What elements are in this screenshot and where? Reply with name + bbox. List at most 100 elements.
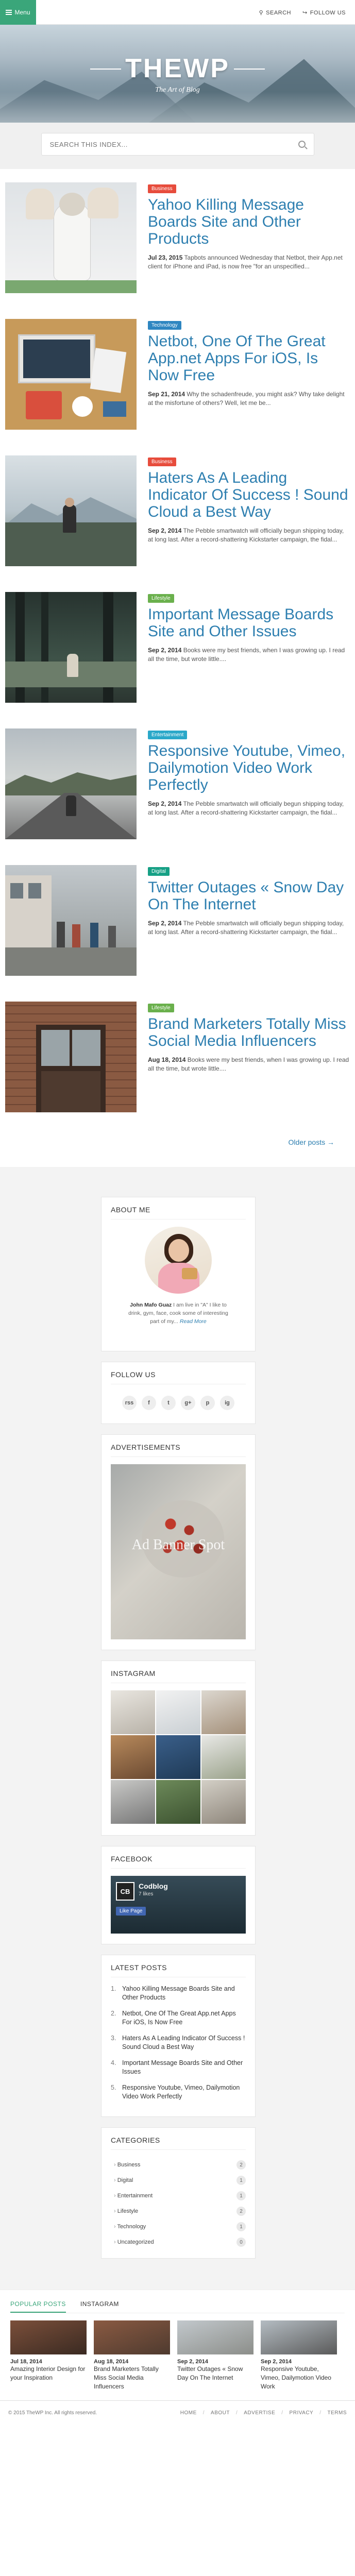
popular-items: Jul 18, 2014 Amazing Interior Design for… xyxy=(10,2320,345,2391)
category-item[interactable]: Uncategorized 0 xyxy=(111,2234,246,2250)
instagram-photo[interactable] xyxy=(156,1780,200,1824)
instagram-widget: INSTAGRAM xyxy=(101,1660,256,1836)
facebook-icon[interactable]: f xyxy=(142,1396,156,1410)
category-count: 1 xyxy=(236,2176,246,2185)
list-item[interactable]: 3. Haters As A Leading Indicator Of Succe… xyxy=(111,2034,246,2052)
instagram-photo[interactable] xyxy=(201,1735,246,1779)
instagram-photo[interactable] xyxy=(156,1735,200,1779)
latest-post-title: Netbot, One Of The Great App.net Apps Fo… xyxy=(122,2010,236,2026)
category-name: Lifestyle xyxy=(114,2208,138,2214)
category-item[interactable]: Technology 1 xyxy=(111,2219,246,2234)
category-count: 1 xyxy=(236,2191,246,2200)
category-badge[interactable]: Digital xyxy=(148,867,170,876)
post-thumbnail[interactable] xyxy=(5,592,137,703)
category-count: 2 xyxy=(236,2207,246,2216)
instagram-grid xyxy=(111,1690,246,1824)
popular-item[interactable]: Sep 2, 2014 Responsive Youtube, Vimeo, D… xyxy=(261,2320,337,2391)
footer-link-about[interactable]: ABOUT xyxy=(211,2410,230,2416)
post-thumbnail[interactable] xyxy=(5,728,137,839)
post-excerpt: Aug 18, 2014 Books were my best friends,… xyxy=(148,1056,350,1073)
search-icon: ⚲ xyxy=(259,9,264,16)
popular-date: Sep 2, 2014 xyxy=(261,2359,292,2365)
category-badge[interactable]: Business xyxy=(148,457,176,466)
instagram-icon[interactable]: ig xyxy=(220,1396,234,1410)
footer-link-privacy[interactable]: PRIVACY xyxy=(290,2410,314,2416)
category-badge[interactable]: Business xyxy=(148,184,176,193)
category-badge[interactable]: Technology xyxy=(148,321,181,330)
read-more-link[interactable]: Read More xyxy=(180,1318,207,1325)
facebook-like-button[interactable]: Like Page xyxy=(116,1907,146,1916)
google-plus-icon[interactable]: g+ xyxy=(181,1396,195,1410)
follow-widget: FOLLOW US rss f t g+ p ig xyxy=(101,1362,256,1424)
search-input[interactable] xyxy=(49,140,298,148)
list-item[interactable]: 4. Important Message Boards Site and Othe… xyxy=(111,2059,246,2076)
post-title[interactable]: Yahoo Killing Message Boards Site and Ot… xyxy=(148,196,350,247)
list-number: 5. xyxy=(111,2084,116,2091)
search-icon[interactable] xyxy=(298,141,306,148)
popular-item[interactable]: Jul 18, 2014 Amazing Interior Design for… xyxy=(10,2320,87,2391)
tab-popular-posts[interactable]: POPULAR POSTS xyxy=(10,2300,66,2313)
rss-icon[interactable]: rss xyxy=(122,1396,137,1410)
instagram-photo[interactable] xyxy=(111,1735,155,1779)
category-badge[interactable]: Lifestyle xyxy=(148,594,174,603)
category-item[interactable]: Lifestyle 2 xyxy=(111,2204,246,2219)
widget-title: ADVERTISEMENTS xyxy=(111,1443,246,1457)
copyright: © 2015 TheWP Inc. All rights reserved. xyxy=(8,2410,97,2416)
top-actions: ⚲ SEARCH ↪ FOLLOW US xyxy=(259,0,346,25)
instagram-photo[interactable] xyxy=(201,1690,246,1734)
category-item[interactable]: Business 2 xyxy=(111,2157,246,2173)
list-item[interactable]: 2. Netbot, One Of The Great App.net Apps … xyxy=(111,2009,246,2027)
menu-label: Menu xyxy=(14,9,30,16)
post-thumbnail[interactable] xyxy=(5,455,137,566)
instagram-photo[interactable] xyxy=(111,1690,155,1734)
instagram-photo[interactable] xyxy=(156,1690,200,1734)
older-posts-link[interactable]: Older posts → xyxy=(289,1138,334,1146)
widget-title: CATEGORIES xyxy=(111,2136,246,2150)
footer-link-home[interactable]: HOME xyxy=(180,2410,197,2416)
post-date: Jul 23, 2015 xyxy=(148,254,183,261)
post-thumbnail[interactable] xyxy=(5,182,137,293)
popular-item[interactable]: Aug 18, 2014 Brand Marketers Totally Mis… xyxy=(94,2320,170,2391)
post-item: Lifestyle Important Message Boards Site … xyxy=(5,592,350,710)
social-icons: rss f t g+ p ig xyxy=(111,1392,246,1415)
category-badge[interactable]: Entertainment xyxy=(148,731,188,739)
widget-title: ABOUT ME xyxy=(111,1206,246,1219)
list-item[interactable]: 1. Yahoo Killing Message Boards Site and … xyxy=(111,1985,246,2002)
footer-link-advertise[interactable]: ADVERTISE xyxy=(244,2410,275,2416)
post-thumbnail[interactable] xyxy=(5,1002,137,1112)
ad-banner[interactable]: Ad Banner Spot xyxy=(111,1464,246,1639)
list-number: 4. xyxy=(111,2059,116,2066)
footer-link-terms[interactable]: TERMS xyxy=(328,2410,347,2416)
search-link[interactable]: ⚲ SEARCH xyxy=(259,9,291,16)
older-posts-wrap: Older posts → xyxy=(0,1138,355,1167)
post-item: Business Haters As A Leading Indicator O… xyxy=(5,455,350,574)
menu-button[interactable]: Menu xyxy=(0,0,36,25)
instagram-photo[interactable] xyxy=(111,1780,155,1824)
category-badge[interactable]: Lifestyle xyxy=(148,1004,174,1012)
post-title[interactable]: Twitter Outages « Snow Day On The Intern… xyxy=(148,879,350,913)
post-title[interactable]: Netbot, One Of The Great App.net Apps Fo… xyxy=(148,333,350,384)
post-title[interactable]: Important Message Boards Site and Other … xyxy=(148,606,350,640)
popular-title: Amazing Interior Design for your Inspira… xyxy=(10,2365,86,2381)
post-thumbnail[interactable] xyxy=(5,319,137,430)
widget-title: LATEST POSTS xyxy=(111,1963,246,1977)
instagram-photo[interactable] xyxy=(201,1780,246,1824)
pinterest-icon[interactable]: p xyxy=(200,1396,215,1410)
list-number: 1. xyxy=(111,1985,116,1992)
category-item[interactable]: Digital 1 xyxy=(111,2173,246,2188)
post-title[interactable]: Haters As A Leading Indicator Of Success… xyxy=(148,469,350,520)
post-thumbnail[interactable] xyxy=(5,865,137,976)
category-item[interactable]: Entertainment 1 xyxy=(111,2188,246,2204)
post-title[interactable]: Brand Marketers Totally Miss Social Medi… xyxy=(148,1015,350,1049)
category-name: Digital xyxy=(114,2177,133,2183)
tab-instagram[interactable]: INSTAGRAM xyxy=(80,2300,119,2313)
post-title[interactable]: Responsive Youtube, Vimeo, Dailymotion V… xyxy=(148,742,350,793)
popular-item[interactable]: Sep 2, 2014 Twitter Outages « Snow Day O… xyxy=(177,2320,253,2391)
search-link-label: SEARCH xyxy=(266,9,291,16)
list-item[interactable]: 5. Responsive Youtube, Vimeo, Dailymotion… xyxy=(111,2083,246,2101)
twitter-icon[interactable]: t xyxy=(161,1396,176,1410)
follow-link[interactable]: ↪ FOLLOW US xyxy=(302,9,346,16)
facebook-page-name[interactable]: Codblog xyxy=(139,1882,168,1890)
site-logo[interactable]: THEWP The Art of Blog xyxy=(0,53,355,94)
facebook-page-box[interactable]: CB Codblog 7 likes Like Page xyxy=(111,1876,246,1934)
